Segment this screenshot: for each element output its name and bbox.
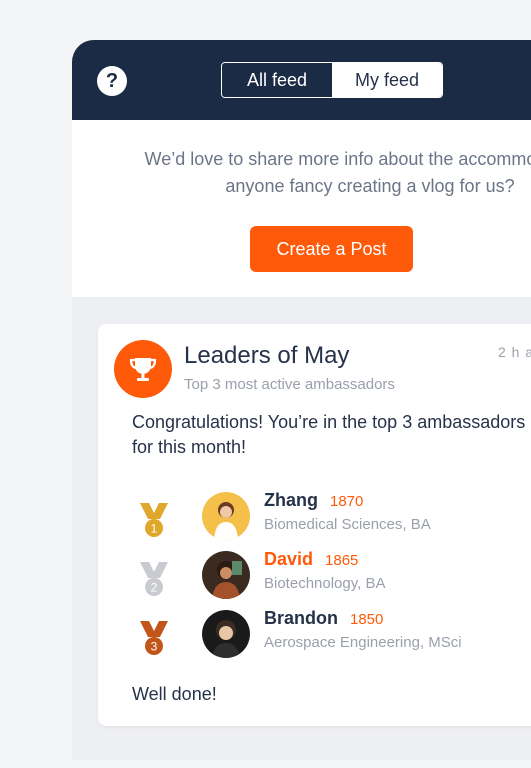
leader-course: Aerospace Engineering, MSci (264, 634, 462, 651)
leader-points: 1865 (325, 552, 359, 569)
tab-all-feed[interactable]: All feed (222, 63, 332, 97)
avatar[interactable] (202, 551, 250, 599)
create-post-button[interactable]: Create a Post (250, 226, 413, 272)
avatar[interactable] (202, 610, 250, 658)
card-message: Congratulations! You’re in the top 3 amb… (132, 412, 526, 457)
svg-text:2: 2 (151, 581, 158, 595)
bronze-medal-icon: 3 (140, 621, 168, 655)
gold-medal-icon: 1 (140, 503, 168, 537)
leader-name[interactable]: Zhang 1870 (264, 490, 363, 511)
card-subtitle: Top 3 most active ambassadors (184, 376, 395, 393)
feed-tabs: All feed My feed (221, 62, 443, 98)
leader-row[interactable]: 1 Zhang 1870 Biomedical Sciences, BA (132, 490, 531, 552)
card-title: Leaders of May (184, 342, 350, 369)
leaders-card: Leaders of May Top 3 most active ambassa… (98, 324, 531, 726)
help-icon[interactable]: ? (97, 66, 127, 96)
leader-row[interactable]: 3 Brandon 1850 Aerospace Engineering, MSc… (132, 608, 531, 670)
leader-name[interactable]: David 1865 (264, 549, 358, 570)
prompt-text: We’d love to share more info about the a… (144, 149, 531, 196)
leader-points: 1870 (330, 493, 364, 510)
card-footer: Well done! (132, 684, 217, 704)
post-time: 2 h a (498, 344, 531, 360)
leader-name[interactable]: Brandon 1850 (264, 608, 383, 629)
leader-points: 1850 (350, 611, 384, 628)
leader-row[interactable]: 2 David 1865 Biotechnology, BA (132, 549, 531, 611)
svg-text:3: 3 (151, 640, 158, 654)
silver-medal-icon: 2 (140, 562, 168, 596)
avatar[interactable] (202, 492, 250, 540)
tab-my-feed[interactable]: My feed (332, 63, 442, 97)
app-window: ? All feed My feed We’d love to share mo… (72, 40, 531, 760)
post-prompt: We’d love to share more info about the a… (72, 120, 531, 297)
svg-text:1: 1 (151, 522, 158, 536)
top-bar: ? All feed My feed (72, 40, 531, 120)
leader-course: Biotechnology, BA (264, 575, 386, 592)
leader-course: Biomedical Sciences, BA (264, 516, 431, 533)
trophy-icon (114, 340, 172, 398)
